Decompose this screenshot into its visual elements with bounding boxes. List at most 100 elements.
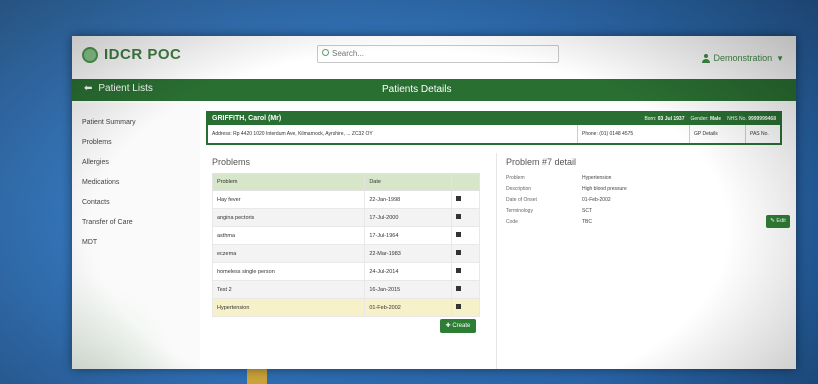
detail-field: Date of Onset 01-Feb-2002 [506,195,786,206]
table-row[interactable]: Test 2 16-Jan-2015 [211,280,481,299]
table-header-row: Problem Date [211,173,481,191]
main-content: GRIFFITH, Carol (Mr) Born: 03 Jul 1937 G… [206,103,796,369]
user-menu[interactable]: Demonstration ▼ [701,53,784,63]
create-button[interactable]: ✚ Create [440,319,476,333]
field-value: High blood pressure [582,186,627,192]
problem-name: asthma [211,226,366,245]
document-icon [455,304,461,309]
table-row[interactable]: homeless single person 24-Jul-2014 [211,262,481,281]
problems-table: Problem Date Hay fever 22-Jan-1998 angin… [211,173,481,317]
row-action[interactable] [450,190,481,209]
problem-name: eczema [211,244,366,263]
page-navbar: ⬅ Patient Lists Patients Details [72,79,796,101]
table-row[interactable]: angina pectoris 17-Jul-2000 [211,208,481,227]
problem-date: 22-Mar-1983 [364,244,452,263]
problem-name: Test 2 [211,280,366,299]
problem-name: Hay fever [211,190,366,209]
row-action[interactable] [450,244,481,263]
chevron-down-icon: ▼ [776,53,784,63]
gender-label: Gender: [690,116,709,122]
nhs-label: NHS No. [727,116,747,122]
user-name: Demonstration [713,53,773,63]
address-value: Rp 4420 1020 Interdum Ave, Kilmarnock, A… [233,131,373,137]
patient-banner-details: Address: Rp 4420 1020 Interdum Ave, Kilm… [208,125,780,143]
field-label: Code [506,219,518,225]
sidebar-item-problems[interactable]: Problems [72,133,200,153]
row-action[interactable] [450,298,481,317]
column-header-date[interactable]: Date [364,173,452,191]
sidebar-decoration [72,259,200,369]
app-logo[interactable]: IDCR POC [82,46,181,63]
patient-meta: Born: 03 Jul 1937 Gender: Male NHS No. 9… [644,116,776,122]
column-header-problem[interactable]: Problem [211,173,366,191]
table-row-selected[interactable]: Hypertension 01-Feb-2002 [211,298,481,317]
born-value: 03 Jul 1937 [657,116,685,122]
field-value: TBC [582,219,592,225]
top-header: IDCR POC Demonstration ▼ [72,36,796,76]
gp-details-cell: GP Details [690,125,746,143]
patient-banner: GRIFFITH, Carol (Mr) Born: 03 Jul 1937 G… [206,111,782,145]
document-icon [455,196,461,201]
table-row[interactable]: asthma 17-Jul-1964 [211,226,481,245]
problem-date: 17-Jul-1964 [364,226,452,245]
sidebar-item-patient-summary[interactable]: Patient Summary [72,113,200,133]
row-action[interactable] [450,208,481,227]
field-value: Hypertension [582,175,612,181]
problem-date: 24-Jul-2014 [364,262,452,281]
arrow-left-icon: ⬅ [84,83,93,94]
problem-date: 16-Jan-2015 [364,280,452,299]
detail-title: Problem #7 detail [506,157,577,167]
sidebar-item-allergies[interactable]: Allergies [72,153,200,173]
search-input[interactable] [332,47,552,60]
field-label: Terminology [506,208,533,214]
field-value: 01-Feb-2002 [582,197,611,203]
detail-field: Terminology SCT [506,206,786,217]
user-icon [701,53,710,63]
page-title: Patients Details [382,84,452,95]
field-label: Problem [506,175,525,181]
patient-lists-button[interactable]: ⬅ Patient Lists [84,83,153,94]
problem-date: 17-Jul-2000 [364,208,452,227]
app-name: IDCR POC [104,46,182,63]
nhs-value: 9999999468 [748,116,776,122]
field-value: SCT [582,208,592,214]
problem-name: angina pectoris [211,208,366,227]
problems-panel: Problems Problem Date Hay fever 22-Jan-1… [211,157,490,317]
column-header-actions [450,173,481,191]
sidebar-item-mdt[interactable]: MDT [72,233,200,253]
search-icon [322,49,329,56]
phone-label: Phone: [582,131,598,137]
address-label: Address: [212,131,232,137]
patient-name: GRIFFITH, Carol (Mr) [212,115,282,122]
row-action[interactable] [450,280,481,299]
problem-name: Hypertension [211,298,366,317]
document-icon [455,286,461,291]
edit-button[interactable]: ✎ Edit [766,215,790,228]
phone-value: (01) 0148 4575 [599,131,634,137]
problem-detail-panel: Problem #7 detail Problem Hypertension D… [506,157,786,228]
born-label: Born: [644,116,657,122]
detail-field: Code TBC [506,217,786,228]
row-action[interactable] [450,262,481,281]
detail-field: Problem Hypertension [506,173,786,184]
sidebar-item-contacts[interactable]: Contacts [72,193,200,213]
table-row[interactable]: Hay fever 22-Jan-1998 [211,190,481,209]
problem-date: 01-Feb-2002 [364,298,452,317]
sidebar: Patient Summary Problems Allergies Medic… [72,103,200,369]
back-label: Patient Lists [98,83,153,94]
sidebar-item-medications[interactable]: Medications [72,173,200,193]
address-cell: Address: Rp 4420 1020 Interdum Ave, Kilm… [208,125,578,143]
table-row[interactable]: eczema 22-Mar-1983 [211,244,481,263]
logo-icon [82,46,98,63]
document-icon [455,268,461,273]
search-box[interactable] [317,45,559,63]
phone-cell: Phone: (01) 0148 4575 [578,125,690,143]
gender-value: Male [709,116,722,122]
problems-title: Problems [212,157,251,167]
field-label: Description [506,186,532,192]
row-action[interactable] [450,226,481,245]
pas-cell: PAS No. [750,131,769,137]
sidebar-item-transfer-of-care[interactable]: Transfer of Care [72,213,200,233]
document-icon [455,232,461,237]
problem-name: homeless single person [211,262,366,281]
